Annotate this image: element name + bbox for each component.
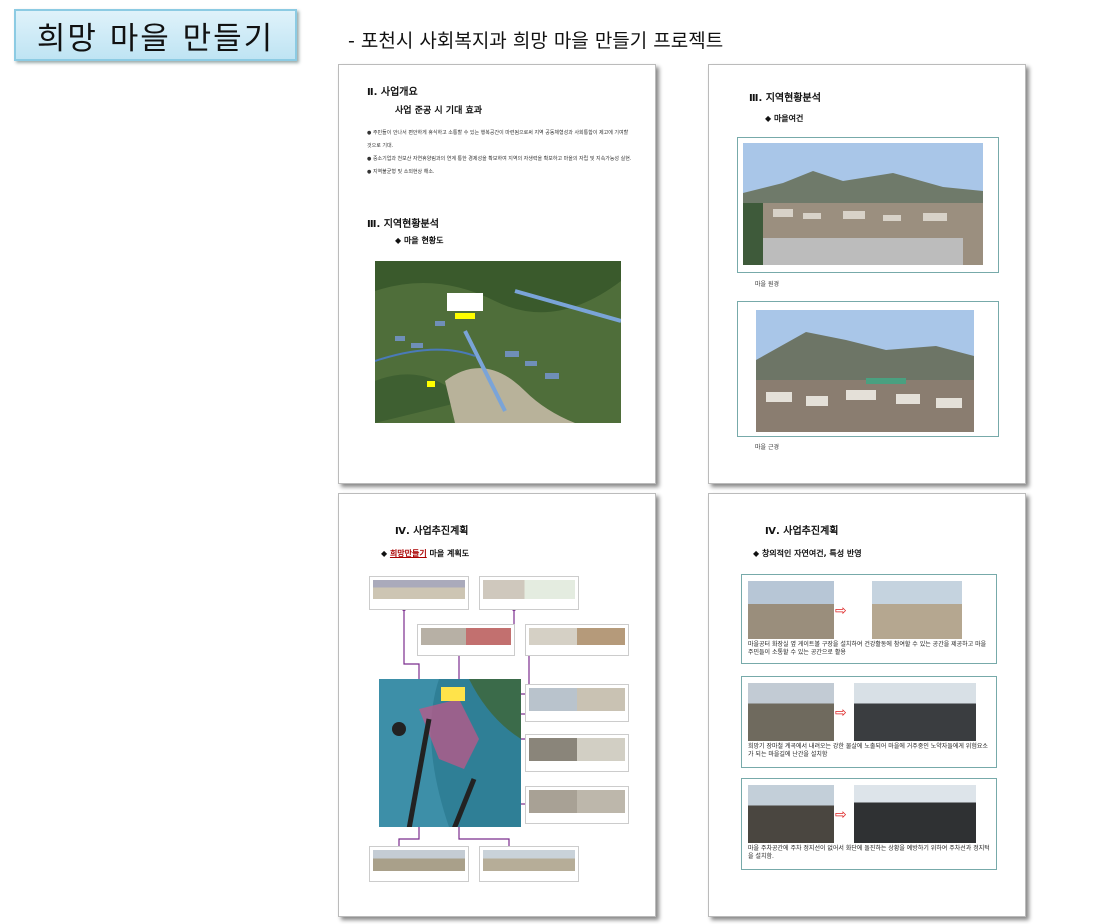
photo-caption: 마을 원경 [755,281,779,288]
list-item: ● 지역불균형 및 소외현상 해소. [367,169,435,175]
after-photo [854,683,976,741]
plan-photo [525,734,629,772]
village-near-view-photo [756,310,974,432]
document-page-2: Ⅲ. 지역현황분석 ◆ 마을여건 마을 원경 마을 근경 [708,64,1026,484]
section-subheading: ◆ 마을 현황도 [395,236,444,245]
before-photo [748,785,834,843]
before-photo [748,683,834,741]
plan-photo [525,786,629,824]
village-plan-map [379,679,521,830]
improvement-row: ⇨ 마을공터 화장실 옆 게이트볼 구장을 설치하여 건강활동에 참여할 수 있… [741,574,997,664]
list-item: ● 중소기업과 천보산 자연휴양림과의 연계 통한 경제성을 확보하여 지역의 … [367,156,632,162]
section-heading: Ⅳ. 사업추진계획 [765,526,839,537]
improvement-description: 마을공터 화장실 옆 게이트볼 구장을 설치하여 건강활동에 참여할 수 있는 … [748,641,987,656]
slide-title: 희망 마을 만들기 [14,9,297,61]
section-subheading: ◆ 마을여건 [765,114,804,123]
plan-photo [479,576,579,610]
improvement-row: ⇨ 희망기 장마철 계곡에서 내려오는 강한 물살에 노출되어 마을에 거주중인… [741,676,997,768]
section-heading: Ⅱ. 사업개요 [367,87,418,98]
after-photo [872,581,962,639]
before-photo [748,581,834,639]
village-far-view-photo [743,143,983,265]
slide-subtitle: - 포천시 사회복지과 희망 마을 만들기 프로젝트 [348,30,724,52]
improvement-description: 마을 주차공간에 주차 정지선이 없어서 화단에 돌진하는 상황을 예방하기 위… [748,845,990,860]
improvement-row: ⇨ 마을 주차공간에 주차 정지선이 없어서 화단에 돌진하는 상황을 예방하기… [741,778,997,870]
section-subheading: ◆ 창의적인 자연여건, 특성 반영 [753,549,862,558]
plan-photo [417,624,515,656]
bullet-list: ● 주민들이 안나서 편안하게 휴식하고 소통할 수 있는 행복공간이 마련됨으… [367,127,632,179]
section-heading: Ⅲ. 지역현황분석 [749,93,821,104]
section-heading: Ⅲ. 지역현황분석 [367,219,439,230]
plan-photo [369,846,469,882]
plan-photo [479,846,579,882]
improvement-description: 희망기 장마철 계곡에서 내려오는 강한 물살에 노출되어 마을에 거주중인 노… [748,743,988,758]
photo-frame [737,301,999,437]
photo-caption: 마을 근경 [755,444,779,451]
arrow-right-icon: ⇨ [835,705,847,721]
document-page-3: Ⅳ. 사업추진계획 ◆ 희망만들기 마을 계획도 [338,493,656,917]
document-page-4: Ⅳ. 사업추진계획 ◆ 창의적인 자연여건, 특성 반영 ⇨ 마을공터 화장실 … [708,493,1026,917]
plan-photo [369,576,469,610]
plan-photo [525,624,629,656]
list-item: ● 주민들이 안나서 편안하게 휴식하고 소통할 수 있는 행복공간이 마련됨으… [367,130,629,149]
section-subheading: 사업 준공 시 기대 효과 [395,106,483,116]
after-photo [854,785,976,843]
photo-frame [737,137,999,273]
plan-photo [525,684,629,722]
document-page-1: Ⅱ. 사업개요 사업 준공 시 기대 효과 ● 주민들이 안나서 편안하게 휴식… [338,64,656,484]
aerial-map-image [374,261,622,423]
arrow-right-icon: ⇨ [835,807,847,823]
arrow-right-icon: ⇨ [835,603,847,619]
